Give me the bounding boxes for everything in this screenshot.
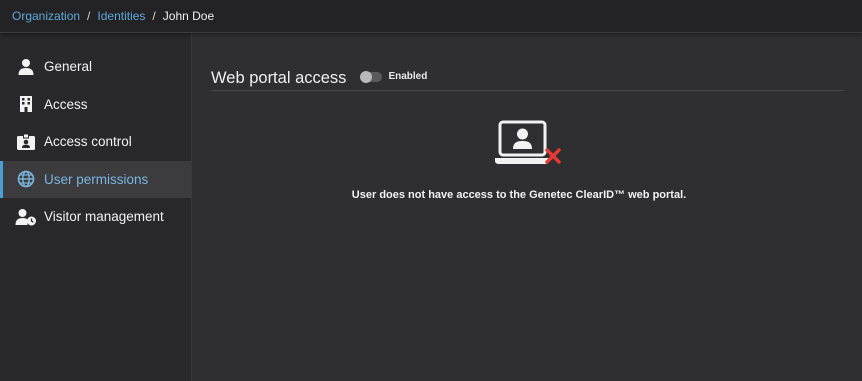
breadcrumb-organization-link[interactable]: Organization [12, 9, 80, 23]
breadcrumb-separator: / [87, 9, 91, 23]
sidebar-item-visitor-management[interactable]: Visitor management [0, 198, 191, 236]
id-badge-icon [15, 131, 37, 153]
visitor-clock-icon [15, 206, 37, 228]
building-icon [15, 93, 37, 115]
sidebar-item-access-control[interactable]: Access control [0, 123, 191, 161]
sidebar: General Access Access control User permi… [0, 33, 192, 381]
sidebar-item-general[interactable]: General [0, 48, 191, 86]
sidebar-item-label: Access [44, 96, 88, 112]
section-header: Web portal access Enabled [211, 68, 843, 91]
globe-icon [15, 168, 37, 190]
section-title: Web portal access [211, 69, 347, 87]
breadcrumb-current: John Doe [162, 9, 215, 23]
sidebar-item-label: Visitor management [44, 209, 164, 225]
breadcrumb-separator: / [152, 9, 156, 23]
enabled-toggle[interactable] [360, 71, 383, 83]
empty-state: User does not have access to the Genetec… [192, 120, 862, 201]
sidebar-item-access[interactable]: Access [0, 86, 191, 124]
sidebar-item-label: General [44, 59, 93, 75]
main-content: Web portal access Enabled User does not … [192, 33, 862, 381]
breadcrumb: Organization / Identities / John Doe [0, 0, 862, 33]
toggle-knob [360, 71, 373, 83]
breadcrumb-identities-link[interactable]: Identities [97, 9, 145, 23]
empty-state-message: User does not have access to the Genetec… [351, 189, 687, 201]
toggle-label: Enabled [388, 71, 428, 82]
laptop-user-blocked-icon [489, 120, 565, 170]
sidebar-item-label: User permissions [44, 171, 149, 187]
sidebar-item-user-permissions[interactable]: User permissions [0, 160, 191, 198]
sidebar-item-label: Access control [44, 134, 132, 150]
person-icon [15, 56, 37, 78]
